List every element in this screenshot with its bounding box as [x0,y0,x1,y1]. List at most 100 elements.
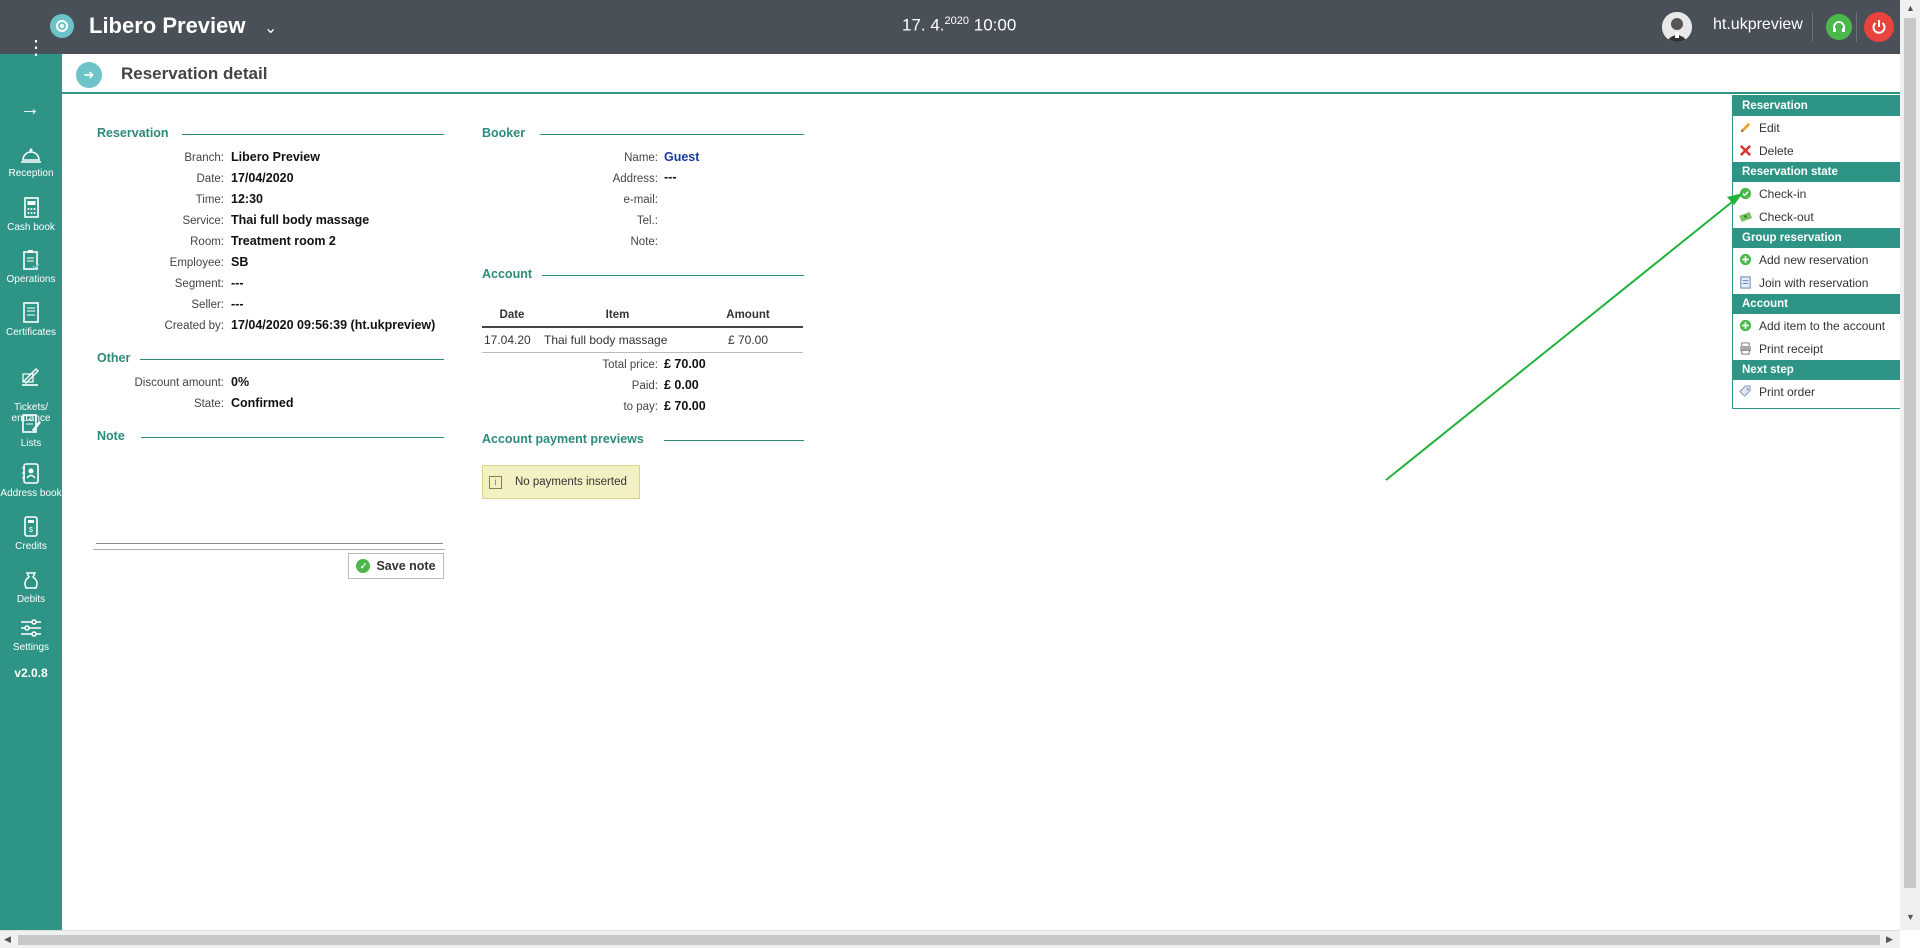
bell-icon [21,148,41,163]
save-note-button[interactable]: ✓ Save note [348,553,444,579]
chevron-down-icon[interactable]: ⌄ [264,18,277,38]
field-label: Time: [195,194,224,206]
sidebar-item-settings[interactable]: Settings [0,616,62,653]
tag-icon [1739,385,1751,397]
print-order-button[interactable]: Print order [1733,380,1900,403]
row-date: 17.04.20 [482,327,542,353]
panel-heading: Account [1733,294,1900,314]
divider [542,275,804,276]
scrollbar-thumb[interactable] [18,935,1880,945]
sidebar-item-label: Cash book [7,222,55,233]
total-value: £ 0.00 [664,378,699,392]
menu-dots-icon[interactable]: ⋮ [26,38,46,68]
booker-name-link[interactable]: Guest [664,150,699,164]
total-label: Total price: [602,359,658,371]
table-header-row: Date Item Amount [482,306,803,328]
avatar[interactable] [1662,12,1692,42]
check-out-button[interactable]: Check-out [1733,205,1900,228]
version-label: v2.0.8 [14,666,48,680]
print-receipt-label: Print receipt [1759,342,1824,356]
panel-heading: Reservation state [1733,162,1900,182]
svg-text:$: $ [29,527,33,534]
field-label: Created by: [164,320,224,332]
credit-icon: $ [24,516,38,537]
field-label: Tel.: [636,215,658,227]
add-new-reservation-label: Add new reservation [1759,253,1869,267]
section-title-booker: Booker [482,126,526,140]
print-receipt-button[interactable]: Print receipt [1733,337,1900,360]
delete-button[interactable]: Delete [1733,139,1900,162]
divider [141,437,444,438]
field-label: Room: [190,236,224,248]
sidebar-item-certificates[interactable]: Certificates [0,301,62,338]
field-value: Confirmed [231,396,294,410]
field-label: Discount amount: [134,377,225,389]
sidebar-item-debits[interactable]: Debits [0,568,62,605]
scroll-down-icon[interactable]: ▼ [1906,912,1915,922]
field-label: Address: [612,173,658,185]
info-icon: i [489,475,502,489]
check-in-button[interactable]: Check-in [1733,182,1900,205]
row-amount: £ 70.00 [693,327,803,353]
add-item-button[interactable]: Add item to the account [1733,314,1900,337]
divider [93,549,445,550]
sidebar-item-cash-book[interactable]: Cash book [0,196,62,233]
sidebar-item-label: Lists [20,438,42,449]
scroll-left-icon[interactable]: ◀ [4,934,11,945]
divider [540,134,804,135]
field-value: Treatment room 2 [231,234,336,248]
sidebar-item-reception[interactable]: Reception [0,144,62,179]
field-value: --- [231,297,244,311]
field-label: Branch: [184,152,224,164]
sidebar-item-address-book[interactable]: Address book [0,462,62,499]
scrollbar-thumb[interactable] [1904,18,1916,888]
edit-button[interactable]: Edit [1733,116,1900,139]
field-label: Note: [630,236,659,248]
list-icon [22,414,41,433]
username[interactable]: ht.ukpreview [1713,16,1803,34]
power-icon[interactable] [1864,12,1894,42]
certificate-icon [23,302,39,323]
add-new-reservation-button[interactable]: Add new reservation [1733,248,1900,271]
scroll-up-icon[interactable]: ▲ [1906,3,1915,13]
empty-payments-text: No payments inserted [515,476,627,488]
clock-year: 2020 [944,15,970,27]
ticket-icon [22,368,39,386]
pencil-icon [1740,122,1751,133]
sidebar-item-label: Settings [12,642,50,653]
field-label: Employee: [169,257,224,269]
section-title-payments: Account payment previews [482,432,644,446]
check-out-label: Check-out [1759,210,1814,224]
field-value: Thai full body massage [231,213,370,227]
close-icon [1740,145,1751,156]
sidebar-item-operations[interactable]: Operations [0,248,62,285]
total-value: £ 70.00 [664,357,706,371]
field-value: 17/04/2020 [231,171,294,185]
join-reservation-button[interactable]: Join with reservation [1733,271,1900,294]
column-header: Amount [693,306,803,328]
horizontal-scrollbar[interactable]: ◀ ▶ [0,930,1900,948]
app-logo-icon[interactable] [50,14,74,38]
field-value: Libero Preview [231,150,320,164]
scroll-right-icon[interactable]: ▶ [1886,934,1893,945]
note-textarea[interactable] [96,454,443,544]
delete-label: Delete [1759,144,1794,158]
total-label: Paid: [631,380,658,392]
app-title[interactable]: Libero Preview [89,13,246,39]
field-label: Date: [196,173,225,185]
vertical-scrollbar[interactable]: ▲ ▼ [1900,0,1920,930]
sidebar-item-lists[interactable]: Lists [0,412,62,449]
field-label: Seller: [191,299,224,311]
arrow-right-icon[interactable]: → [20,98,40,121]
sidebar-item-label: Operations [6,274,56,285]
headset-icon[interactable] [1826,14,1852,40]
field-value: SB [231,255,249,269]
add-item-label: Add item to the account [1759,319,1886,333]
sidebar-item-label: Address book [0,488,62,499]
table-row[interactable]: 17.04.20 Thai full body massage £ 70.00 [482,327,803,353]
sliders-icon [21,619,41,637]
page-header: ➜ Reservation detail [62,54,1900,94]
sidebar-item-credits[interactable]: $ Credits [0,515,62,552]
arrow-right-icon[interactable]: ➜ [76,62,102,88]
print-order-label: Print order [1759,385,1816,399]
